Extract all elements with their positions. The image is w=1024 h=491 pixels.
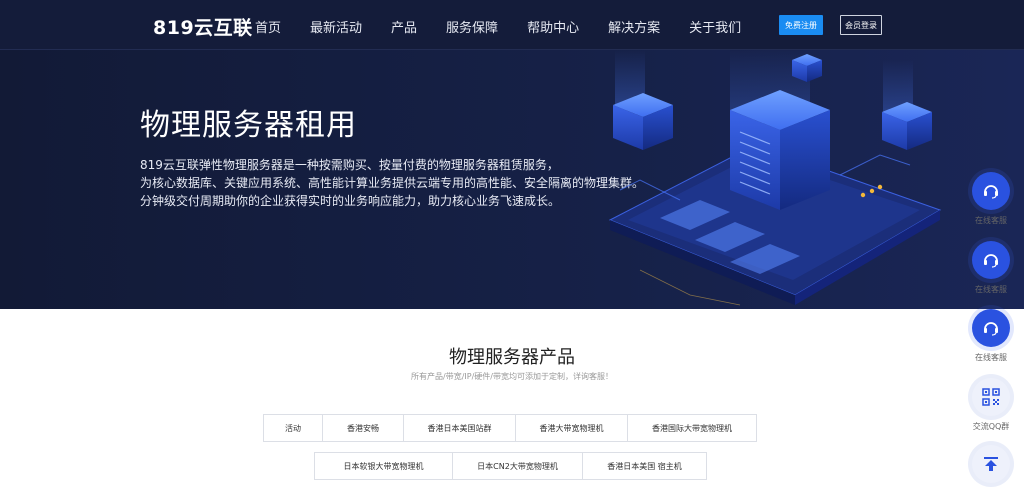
register-button[interactable]: 免费注册	[779, 15, 823, 35]
site-logo[interactable]: 819云互联	[153, 13, 253, 40]
side-qq-group[interactable]: 交流QQ群	[968, 378, 1014, 432]
product-tab-jp-softbank[interactable]: 日本软银大带宽物理机	[314, 452, 453, 480]
hero-title: 物理服务器租用	[140, 108, 357, 143]
hero-desc-line: 为核心数据库、关键应用系统、高性能计算业务提供云端专用的高性能、安全隔离的物理集…	[140, 176, 645, 190]
product-tabs-row-1: 活动 香港安畅 香港日本美国站群 香港大带宽物理机 香港国际大带宽物理机	[263, 414, 757, 442]
nav-link-about-us[interactable]: 关于我们	[689, 17, 741, 36]
side-item-label: 在线客服	[975, 353, 1007, 362]
product-tabs-row-2: 日本软银大带宽物理机 日本CN2大带宽物理机 香港日本美国 宿主机	[314, 452, 707, 480]
hero-banner: 物理服务器租用 819云互联弹性物理服务器是一种按需购买、按量付费的物理服务器租…	[0, 50, 1024, 309]
nav-link-latest-activity[interactable]: 最新活动	[310, 17, 362, 36]
hero-desc-line: 分钟级交付周期助你的企业获得实时的业务响应能力，助力核心业务飞速成长。	[140, 194, 561, 208]
product-tab-activity[interactable]: 活动	[263, 414, 323, 442]
nav-link-service-guarantee[interactable]: 服务保障	[446, 17, 498, 36]
server-illustration	[608, 50, 942, 306]
nav-link-products[interactable]: 产品	[391, 17, 417, 36]
products-section-subtitle: 所有产品/带宽/IP/硬件/带宽均可添加于定制，详询客服！	[411, 372, 613, 381]
hero-desc-line: 819云互联弹性物理服务器是一种按需购买、按量付费的物理服务器租赁服务，	[140, 158, 559, 172]
side-item-label: 在线客服	[975, 216, 1007, 225]
side-online-service[interactable]: 在线客服	[968, 241, 1014, 295]
hero-description: 819云互联弹性物理服务器是一种按需购买、按量付费的物理服务器租赁服务， 为核心…	[140, 156, 644, 210]
nav-link-home[interactable]: 首页	[255, 17, 281, 36]
product-tab-jp-cn2[interactable]: 日本CN2大带宽物理机	[452, 452, 583, 480]
back-to-top-icon	[972, 445, 1010, 483]
side-online-service[interactable]: 在线客服	[968, 309, 1014, 363]
product-tab-site-cluster[interactable]: 香港日本美国站群	[403, 414, 516, 442]
headset-icon	[972, 309, 1010, 347]
product-tab-hk-large-bandwidth[interactable]: 香港大带宽物理机	[515, 414, 628, 442]
product-tab-hk-anchang[interactable]: 香港安畅	[322, 414, 404, 442]
product-tab-host-machine[interactable]: 香港日本美国 宿主机	[582, 452, 707, 480]
nav-link-solutions[interactable]: 解决方案	[608, 17, 660, 36]
side-online-service[interactable]: 在线客服	[968, 172, 1014, 226]
headset-icon	[972, 241, 1010, 279]
top-navbar: 819云互联 首页 最新活动 产品 服务保障 帮助中心 解决方案 关于我们 免费…	[0, 0, 1024, 50]
product-tab-hk-intl-bandwidth[interactable]: 香港国际大带宽物理机	[627, 414, 757, 442]
products-section-title: 物理服务器产品	[449, 347, 575, 368]
back-to-top-button[interactable]	[968, 445, 1014, 483]
headset-icon	[972, 172, 1010, 210]
login-button[interactable]: 会员登录	[840, 15, 882, 35]
main-nav: 首页 最新活动 产品 服务保障 帮助中心 解决方案 关于我们	[255, 17, 770, 36]
nav-link-help-center[interactable]: 帮助中心	[527, 17, 579, 36]
side-item-label: 交流QQ群	[972, 422, 1010, 431]
qr-code-icon	[972, 378, 1010, 416]
side-item-label: 在线客服	[975, 285, 1007, 294]
